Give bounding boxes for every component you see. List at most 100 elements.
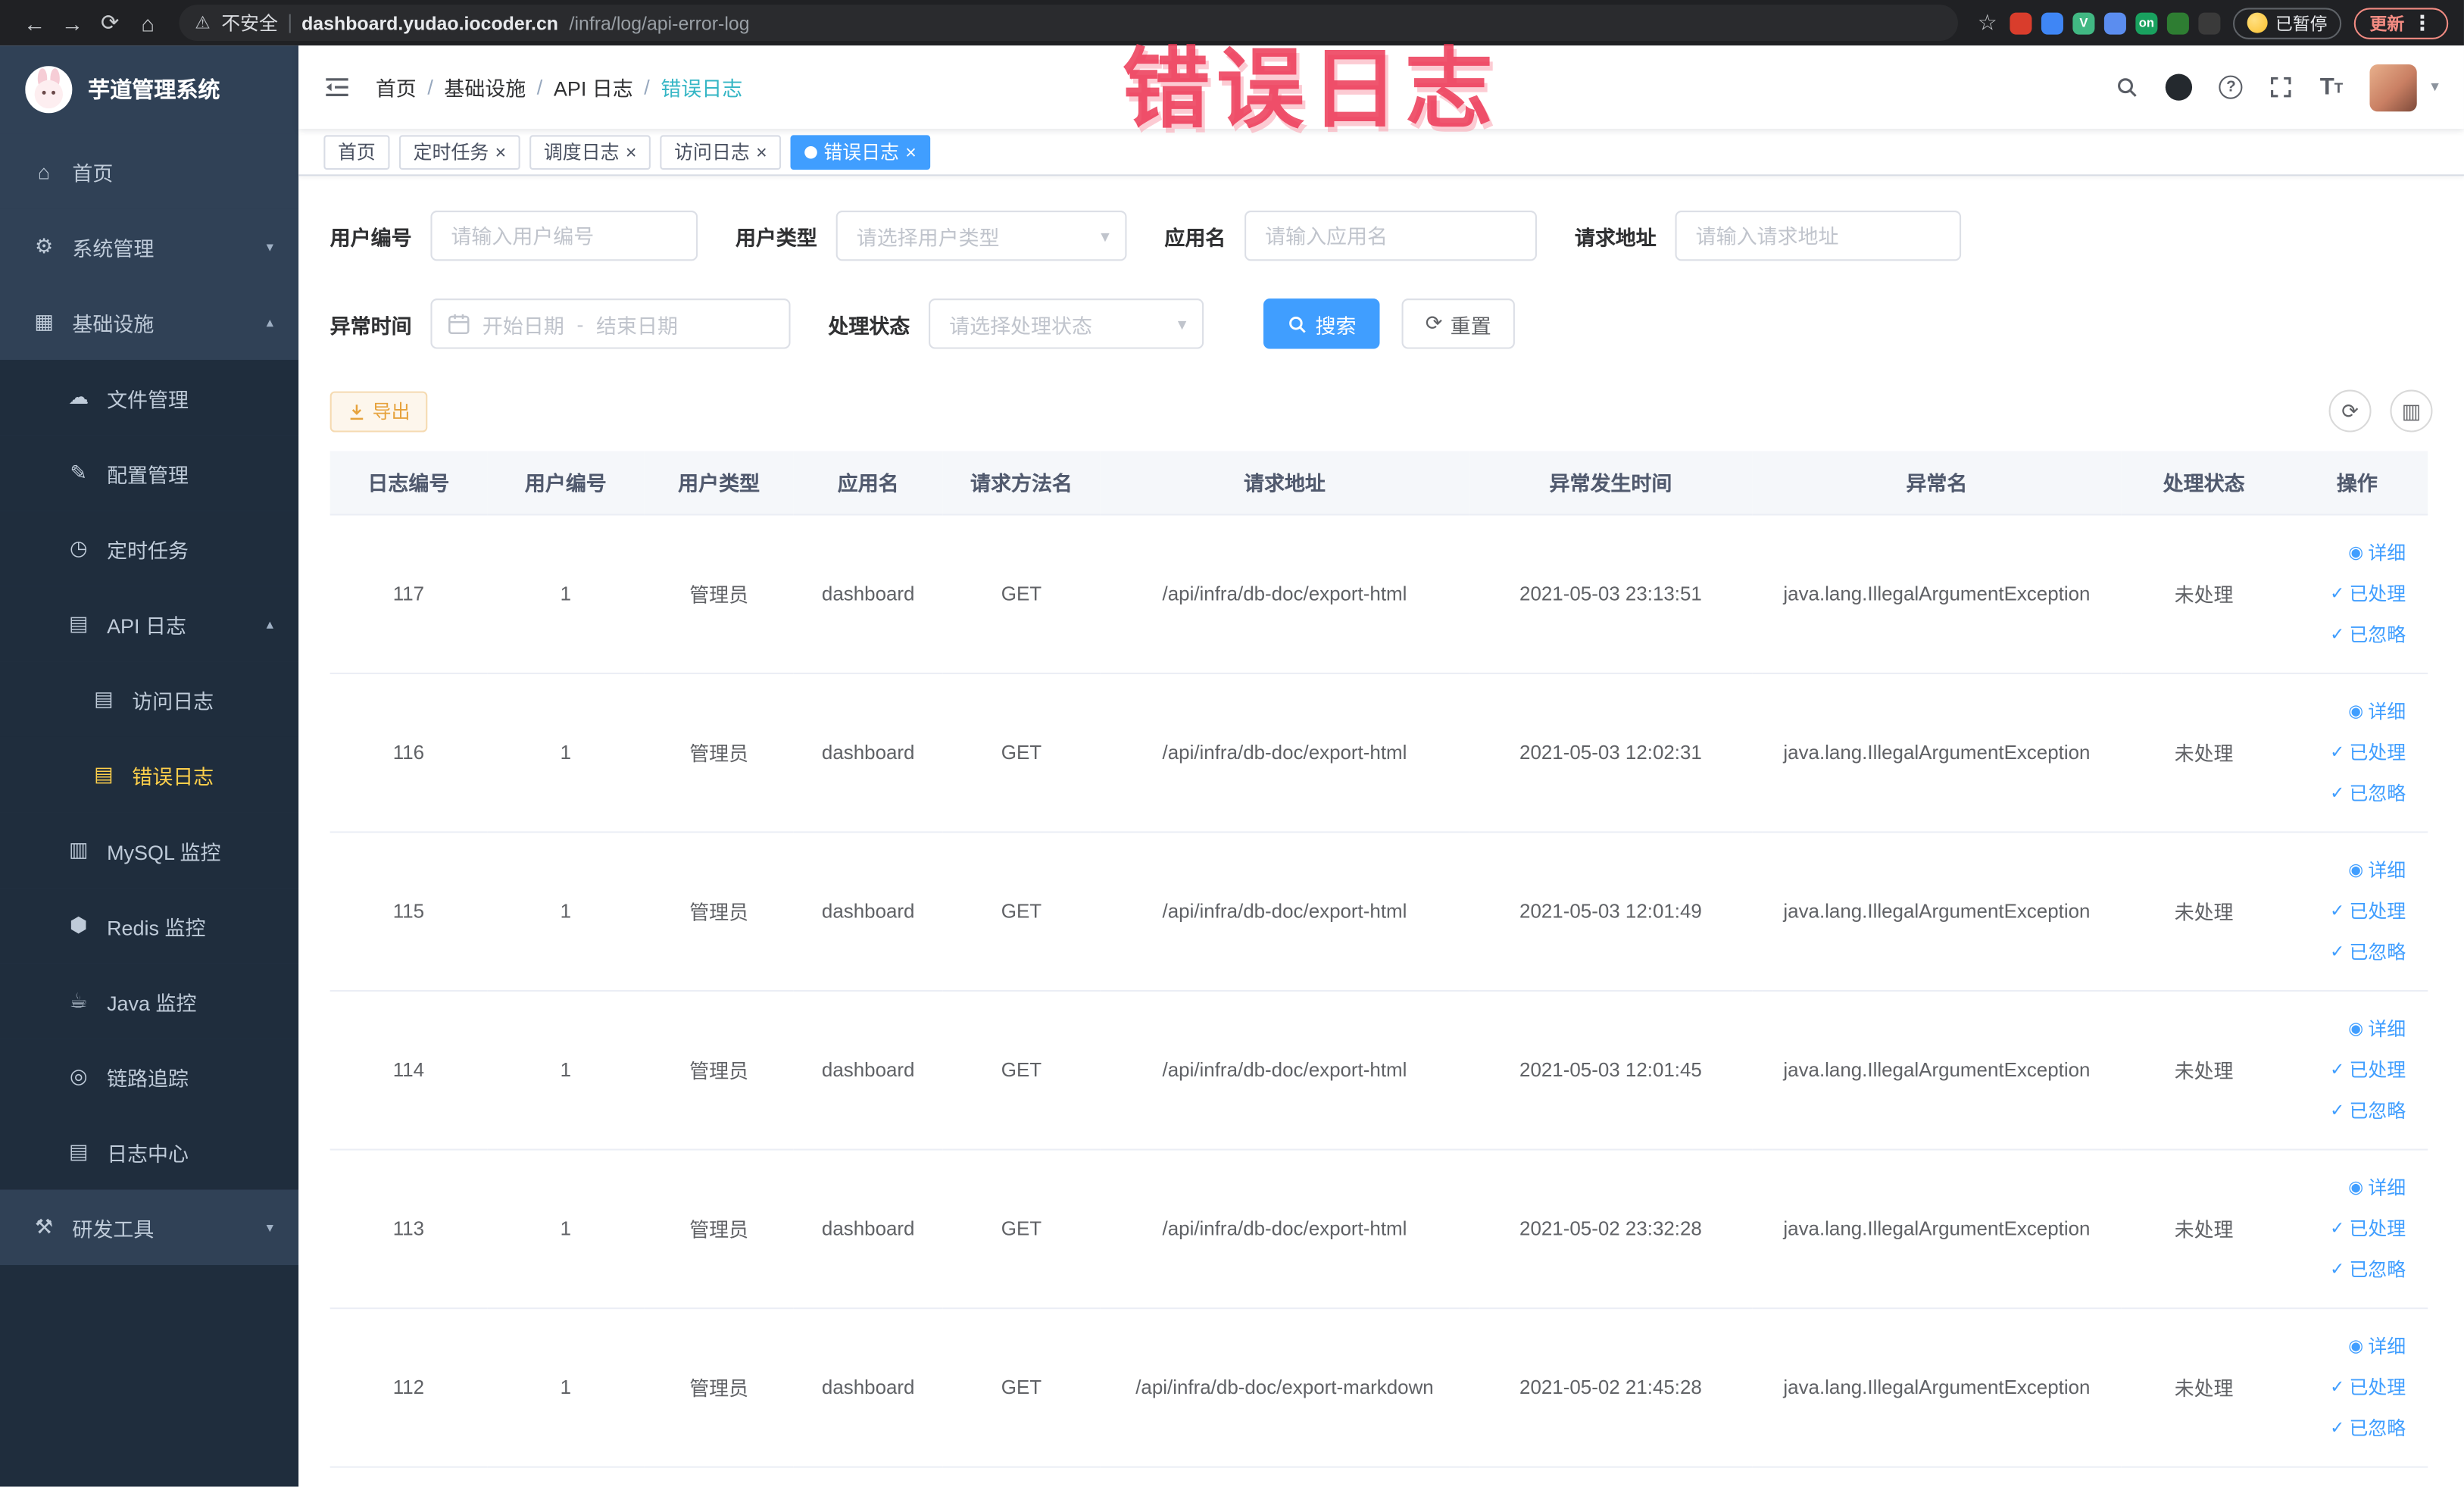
process-status-select[interactable]: 请选择处理状态 ▾ bbox=[929, 298, 1204, 349]
action-link-detail[interactable]: ◉ 详细 bbox=[2348, 857, 2406, 883]
app-name-input[interactable] bbox=[1244, 210, 1538, 261]
exception-date-range-picker[interactable]: 开始日期 - 结束日期 bbox=[430, 298, 791, 349]
update-button[interactable]: 更新 ⋮ bbox=[2353, 7, 2449, 39]
action-link-ignored[interactable]: ✓ 已忽略 bbox=[2330, 779, 2406, 806]
user-type-select[interactable]: 请选择用户类型 ▾ bbox=[835, 210, 1127, 261]
breadcrumb-item[interactable]: API 日志 bbox=[554, 72, 633, 102]
tab-job[interactable]: 定时任务 × bbox=[398, 134, 520, 170]
sidebar-item-trace[interactable]: ◎ 链路追踪 bbox=[0, 1039, 299, 1114]
filter-label-request-url: 请求地址 bbox=[1574, 225, 1657, 249]
close-icon[interactable]: × bbox=[626, 142, 637, 161]
avatar[interactable] bbox=[2369, 64, 2417, 111]
breadcrumb-item[interactable]: 首页 bbox=[376, 72, 417, 102]
content-area: 首页 / 基础设施 / API 日志 / 错误日志 ? TT ▾ 首页 定时任务 × 调度日志 × bbox=[298, 45, 2464, 1487]
action-link-processed[interactable]: ✓ 已处理 bbox=[2330, 1373, 2406, 1400]
logo-row[interactable]: 芋道管理系统 bbox=[0, 45, 298, 133]
grid-icon: ▦ bbox=[34, 309, 54, 333]
action-label: 已忽略 bbox=[2349, 623, 2406, 646]
refresh-button[interactable]: ⟳ bbox=[2328, 389, 2372, 433]
sidebar-item-redis[interactable]: ⬢ Redis 监控 bbox=[0, 888, 299, 964]
action-link-processed[interactable]: ✓ 已处理 bbox=[2330, 1056, 2406, 1082]
action-link-processed[interactable]: ✓ 已处理 bbox=[2330, 739, 2406, 765]
sidebar-item-file[interactable]: ☁ 文件管理 bbox=[0, 360, 299, 436]
close-icon[interactable]: × bbox=[756, 142, 767, 161]
coffee-icon: ☕ bbox=[69, 988, 88, 1013]
action-link-detail[interactable]: ◉ 详细 bbox=[2348, 1332, 2406, 1359]
chrome-right-cluster: ☆ Von 已暂停 更新 ⋮ bbox=[1978, 7, 2449, 39]
toolbar-right: ⟳ ▥ bbox=[2328, 389, 2433, 433]
action-link-ignored[interactable]: ✓ 已忽略 bbox=[2330, 620, 2406, 647]
sidebar-item-log-center[interactable]: ▤ 日志中心 bbox=[0, 1114, 299, 1190]
action-link-processed[interactable]: ✓ 已处理 bbox=[2330, 580, 2406, 607]
tab-home[interactable]: 首页 bbox=[323, 134, 390, 170]
tab-job-log[interactable]: 调度日志 × bbox=[529, 134, 651, 170]
action-link-ignored[interactable]: ✓ 已忽略 bbox=[2330, 1414, 2406, 1441]
column-settings-button[interactable]: ▥ bbox=[2390, 389, 2433, 433]
action-link-detail[interactable]: ◉ 详细 bbox=[2348, 1174, 2406, 1201]
action-link-detail[interactable]: ◉ 详细 bbox=[2348, 539, 2406, 566]
extension-icon[interactable]: V bbox=[2072, 11, 2095, 34]
chevron-down-icon[interactable]: ▾ bbox=[2431, 79, 2438, 96]
help-icon[interactable]: ? bbox=[2219, 75, 2244, 99]
action-link-processed[interactable]: ✓ 已处理 bbox=[2330, 898, 2406, 924]
action-link-ignored[interactable]: ✓ 已忽略 bbox=[2330, 939, 2406, 965]
close-icon[interactable]: × bbox=[495, 142, 507, 161]
action-label: 详细 bbox=[2368, 1018, 2406, 1041]
reset-button[interactable]: ⟳ 重置 bbox=[1401, 298, 1515, 349]
action-link-detail[interactable]: ◉ 详细 bbox=[2348, 698, 2406, 724]
back-icon[interactable]: ← bbox=[16, 4, 54, 42]
tab-error-log[interactable]: 错误日志 × bbox=[790, 134, 931, 170]
extension-icon[interactable]: on bbox=[2135, 11, 2158, 34]
sidebar-item-java[interactable]: ☕ Java 监控 bbox=[0, 963, 299, 1039]
extension-icon[interactable] bbox=[2198, 11, 2221, 34]
action-link-ignored[interactable]: ✓ 已忽略 bbox=[2330, 1256, 2406, 1282]
sidebar-item-error-log[interactable]: ▤ 错误日志 bbox=[0, 736, 299, 813]
breadcrumb-item[interactable]: 基础设施 bbox=[444, 72, 526, 102]
tab-active-dot bbox=[804, 145, 818, 158]
reload-icon[interactable]: ⟳ bbox=[91, 4, 129, 42]
extension-icon[interactable] bbox=[2166, 11, 2189, 34]
sidebar-item-config[interactable]: ✎ 配置管理 bbox=[0, 435, 299, 511]
sidebar-item-label: 首页 bbox=[72, 161, 114, 185]
sidebar-item-infrastructure[interactable]: ▦ 基础设施 ▴ bbox=[0, 284, 299, 361]
sidebar-item-job[interactable]: ◷ 定时任务 bbox=[0, 511, 299, 586]
extension-icon[interactable] bbox=[2103, 11, 2126, 34]
tab-access-log[interactable]: 访问日志 × bbox=[660, 134, 782, 170]
sidebar-item-mysql[interactable]: ▥ MySQL 监控 bbox=[0, 812, 299, 889]
request-url-input[interactable] bbox=[1675, 210, 1962, 261]
action-label: 已忽略 bbox=[2349, 1417, 2406, 1440]
browser-menu-icon[interactable]: ⋮ bbox=[2412, 10, 2433, 35]
extension-icon[interactable] bbox=[2010, 11, 2032, 34]
table-cell: /api/infra/db-doc/export-markdown bbox=[1100, 1307, 1469, 1467]
hamburger-icon[interactable] bbox=[323, 76, 350, 99]
table-cell: /api/infra/db-doc/export-html bbox=[1100, 989, 1469, 1150]
table-row: 114 1 管理员 dashboard GET/api/infra/db-doc/exp… bbox=[329, 989, 2428, 1150]
sidebar-item-api-log[interactable]: ▤ API 日志 ▴ bbox=[0, 586, 299, 662]
github-icon[interactable] bbox=[2166, 73, 2193, 101]
action-link-detail[interactable]: ◉ 详细 bbox=[2348, 1015, 2406, 1042]
search-icon[interactable] bbox=[2116, 76, 2139, 99]
filter-group-user-type: 用户类型 请选择用户类型 ▾ bbox=[735, 210, 1127, 261]
sidebar-item-dev-tools[interactable]: ⚒ 研发工具 ▾ bbox=[0, 1189, 299, 1266]
forward-icon[interactable]: → bbox=[54, 4, 92, 42]
close-icon[interactable]: × bbox=[905, 142, 917, 161]
font-size-icon[interactable]: TT bbox=[2320, 74, 2343, 101]
table-cell: /api/infra/db-doc/export-html bbox=[1100, 514, 1469, 673]
sidebar-item-home[interactable]: ⌂ 首页 bbox=[0, 133, 299, 209]
action-link-ignored[interactable]: ✓ 已忽略 bbox=[2330, 1097, 2406, 1123]
paused-chip[interactable]: 已暂停 bbox=[2233, 7, 2342, 39]
extension-icon[interactable] bbox=[2041, 11, 2063, 34]
search-button[interactable]: 搜索 bbox=[1263, 298, 1380, 349]
action-link-processed[interactable]: ✓ 已处理 bbox=[2330, 1215, 2406, 1242]
address-bar[interactable]: ⚠ 不安全 dashboard.yudao.iocoder.cn /infra/… bbox=[179, 5, 1959, 41]
home-icon[interactable]: ⌂ bbox=[129, 4, 167, 42]
bookmark-star-icon[interactable]: ☆ bbox=[1978, 9, 1997, 36]
sidebar-item-system[interactable]: ⚙ 系统管理 ▾ bbox=[0, 208, 299, 285]
view-icon: ◉ bbox=[2348, 543, 2364, 563]
browser-chrome: ← → ⟳ ⌂ ⚠ 不安全 dashboard.yudao.iocoder.cn… bbox=[0, 0, 2464, 46]
export-button[interactable]: 导出 bbox=[329, 390, 428, 432]
breadcrumb: 首页 / 基础设施 / API 日志 / 错误日志 bbox=[376, 72, 742, 102]
user-id-input[interactable] bbox=[430, 210, 698, 261]
sidebar-item-access-log[interactable]: ▤ 访问日志 bbox=[0, 661, 299, 737]
fullscreen-icon[interactable] bbox=[2269, 76, 2293, 99]
